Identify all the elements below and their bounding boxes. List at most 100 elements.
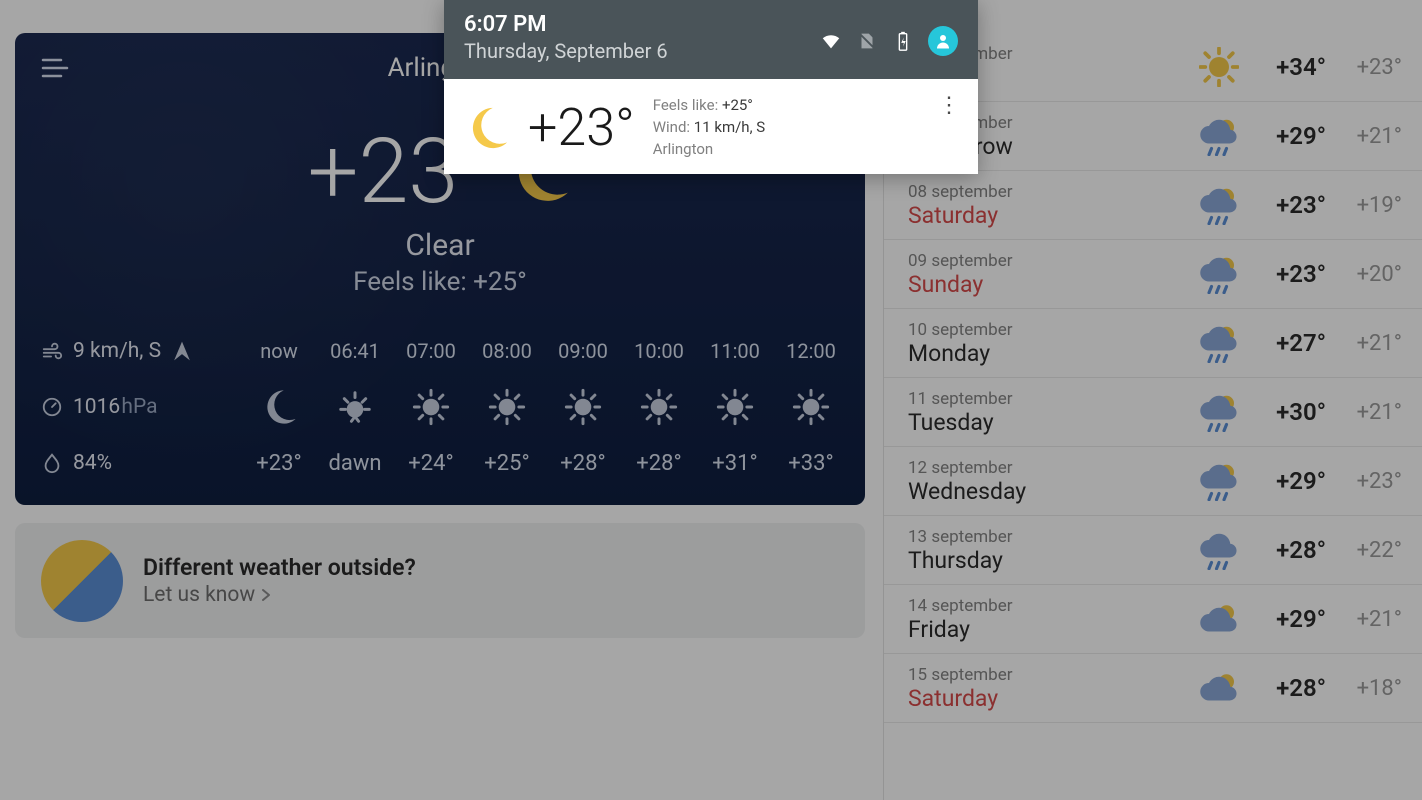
moon-icon — [259, 387, 299, 427]
day-row[interactable]: 13 september Thursday +28° +22° — [884, 516, 1422, 585]
hour-temp: +31° — [712, 451, 757, 476]
day-low: +19° — [1326, 193, 1402, 218]
current-condition: Clear — [41, 228, 839, 263]
wifi-icon — [820, 30, 842, 52]
weather-notification[interactable]: +23° Feels like: +25° Wind: 11 km/h, S A… — [444, 79, 978, 174]
day-date: 11 september — [908, 389, 1194, 409]
day-name: Sunday — [908, 271, 1194, 298]
wind-dir-icon — [171, 340, 193, 362]
day-row[interactable]: 11 september Tuesday +30° +21° — [884, 378, 1422, 447]
day-low: +21° — [1326, 124, 1402, 149]
sun-icon — [639, 387, 679, 427]
day-row[interactable]: 12 september Wednesday +29° +23° — [884, 447, 1422, 516]
sun-icon — [411, 387, 451, 427]
day-high: +27° — [1244, 329, 1326, 357]
hourly-forecast[interactable]: now +23° 06:41 dawn 07:00 +24° 08:00 +25… — [241, 339, 839, 476]
no-sim-icon — [856, 30, 878, 52]
hour-temp: +24° — [408, 451, 453, 476]
day-low: +23° — [1326, 55, 1402, 80]
hour-column[interactable]: 09:00 +28° — [545, 339, 621, 476]
notif-details: Feels like: +25° Wind: 11 km/h, S Arling… — [653, 95, 765, 160]
hour-column[interactable]: 11:00 +31° — [697, 339, 773, 476]
hour-time: 08:00 — [482, 339, 532, 363]
hour-temp: +33° — [788, 451, 833, 476]
day-name: Tuesday — [908, 409, 1194, 436]
notification-panel[interactable]: 6:07 PM Thursday, September 6 +23° Feels… — [444, 0, 978, 174]
notification-header[interactable]: 6:07 PM Thursday, September 6 — [444, 0, 978, 79]
day-date: 13 september — [908, 527, 1194, 547]
day-row[interactable]: 15 september Saturday +28° +18° — [884, 654, 1422, 723]
day-name: Friday — [908, 616, 1194, 643]
hour-time: now — [260, 339, 297, 363]
hour-column[interactable]: 07:00 +24° — [393, 339, 469, 476]
sunrain-icon — [1194, 392, 1244, 432]
day-low: +20° — [1326, 262, 1402, 287]
battery-charging-icon — [892, 30, 914, 52]
day-low: +18° — [1326, 676, 1402, 701]
hour-time: 09:00 — [558, 339, 608, 363]
hour-time: 11:00 — [710, 339, 760, 363]
sun-icon — [1194, 47, 1244, 87]
feedback-title: Different weather outside? — [143, 554, 416, 581]
day-high: +28° — [1244, 536, 1326, 564]
day-low: +22° — [1326, 538, 1402, 563]
day-low: +23° — [1326, 469, 1402, 494]
hour-time: 06:41 — [330, 339, 380, 363]
hour-time: 10:00 — [634, 339, 684, 363]
day-high: +30° — [1244, 398, 1326, 426]
day-date: 15 september — [908, 665, 1194, 685]
hour-temp: +25° — [484, 451, 529, 476]
sunrain-icon — [1194, 323, 1244, 363]
suncloud-icon — [1194, 599, 1244, 639]
day-name: Wednesday — [908, 478, 1194, 505]
sunrise-icon — [335, 387, 375, 427]
pressure-stat: 1016 hPa — [41, 395, 231, 419]
feels-like: Feels like: +25° — [41, 267, 839, 297]
sun-icon — [791, 387, 831, 427]
day-date: 12 september — [908, 458, 1194, 478]
hour-temp: +23° — [256, 451, 301, 476]
day-row[interactable]: 09 september Sunday +23° +20° — [884, 240, 1422, 309]
hour-column[interactable]: 08:00 +25° — [469, 339, 545, 476]
day-high: +29° — [1244, 122, 1326, 150]
hour-column[interactable]: now +23° — [241, 339, 317, 476]
chevron-right-icon — [261, 588, 271, 602]
day-high: +28° — [1244, 674, 1326, 702]
notif-temp: +23° — [528, 97, 635, 158]
gauge-icon — [41, 396, 63, 418]
rain-icon — [1194, 530, 1244, 570]
menu-button[interactable] — [41, 57, 69, 79]
profile-avatar[interactable] — [928, 26, 958, 56]
day-date: 14 september — [908, 596, 1194, 616]
hour-column[interactable]: 12:00 +33° — [773, 339, 839, 476]
day-name: Saturday — [908, 202, 1194, 229]
wind-icon — [41, 340, 63, 362]
sunrain-icon — [1194, 185, 1244, 225]
day-high: +34° — [1244, 53, 1326, 81]
feedback-card[interactable]: Different weather outside? Let us know — [15, 523, 865, 638]
day-low: +21° — [1326, 331, 1402, 356]
day-date: 08 september — [908, 182, 1194, 202]
hour-column[interactable]: 06:41 dawn — [317, 339, 393, 476]
day-name: Thursday — [908, 547, 1194, 574]
hour-time: 07:00 — [406, 339, 456, 363]
day-date: 10 september — [908, 320, 1194, 340]
sunrain-icon — [1194, 254, 1244, 294]
sunrain-icon — [1194, 461, 1244, 501]
day-row[interactable]: 08 september Saturday +23° +19° — [884, 171, 1422, 240]
sun-icon — [715, 387, 755, 427]
day-row[interactable]: 10 september Monday +27° +21° — [884, 309, 1422, 378]
hour-column[interactable]: 10:00 +28° — [621, 339, 697, 476]
feedback-cta[interactable]: Let us know — [143, 583, 416, 607]
hour-time: 12:00 — [786, 339, 836, 363]
hour-temp: dawn — [328, 451, 381, 476]
feedback-icon — [41, 540, 123, 622]
day-row[interactable]: 14 september Friday +29° +21° — [884, 585, 1422, 654]
day-date: 09 september — [908, 251, 1194, 271]
day-high: +23° — [1244, 191, 1326, 219]
notif-more-button[interactable]: ⋮ — [938, 93, 960, 118]
sunrain-icon — [1194, 116, 1244, 156]
day-high: +29° — [1244, 467, 1326, 495]
moon-icon — [464, 105, 510, 151]
sun-icon — [563, 387, 603, 427]
